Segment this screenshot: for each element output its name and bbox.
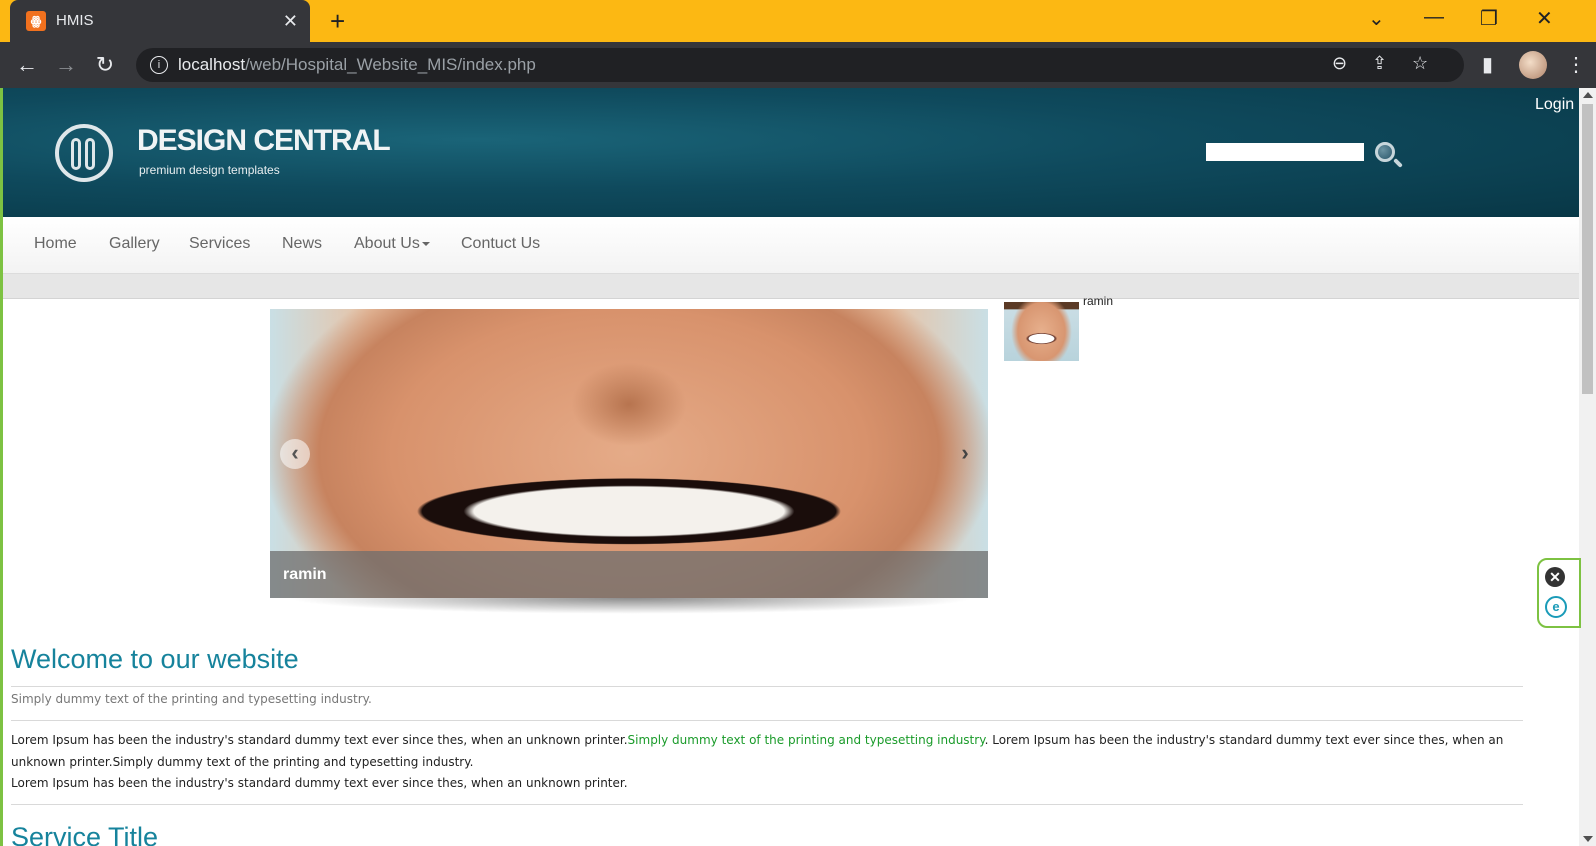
scroll-up-arrow-icon[interactable] — [1583, 92, 1593, 98]
browser-window: ꙮ HMIS ✕ + ⌄ — ❐ ✕ ← → ↻ i localhost/web… — [0, 0, 1596, 846]
nav-contact-us[interactable]: Contuct Us — [461, 235, 540, 253]
nav-gallery[interactable]: Gallery — [109, 235, 160, 253]
nav-services[interactable]: Services — [189, 235, 250, 253]
tab-title: HMIS — [56, 12, 94, 29]
url-host: localhost — [178, 55, 246, 74]
address-bar[interactable]: i localhost/web/Hospital_Website_MIS/ind… — [136, 48, 1464, 82]
slider-next-icon[interactable]: › — [950, 439, 980, 469]
browser-tab[interactable]: ꙮ HMIS ✕ — [10, 0, 310, 42]
back-arrow-icon[interactable]: ← — [13, 51, 41, 79]
restore-icon[interactable]: ❐ — [1480, 6, 1498, 31]
divider — [11, 720, 1523, 721]
url-text[interactable]: localhost/web/Hospital_Website_MIS/index… — [178, 55, 536, 75]
welcome-heading: Welcome to our website — [11, 644, 299, 674]
browser-toolbar: ← → ↻ i localhost/web/Hospital_Website_M… — [0, 42, 1596, 88]
search-input[interactable] — [1206, 143, 1364, 161]
caret-down-icon — [421, 241, 430, 246]
login-link[interactable]: Login — [1535, 96, 1574, 114]
slider-caption-bar: ramin — [270, 551, 988, 598]
minimize-icon[interactable]: — — [1424, 6, 1444, 29]
share-icon[interactable]: ⇪ — [1372, 53, 1387, 74]
service-heading: Service Title — [11, 822, 159, 846]
scroll-thumb[interactable] — [1582, 104, 1593, 394]
nav-about-us[interactable]: About Us — [354, 235, 430, 253]
nav-news[interactable]: News — [282, 235, 322, 253]
close-icon[interactable]: ✕ — [1545, 567, 1565, 587]
site-header: DESIGN CENTRAL premium design templates … — [3, 88, 1579, 217]
nav-home[interactable]: Home — [34, 235, 77, 253]
menu-kebab-icon[interactable]: ⋮ — [1566, 52, 1586, 77]
divider — [11, 804, 1523, 805]
tab-search-chevron-icon[interactable]: ⌄ — [1368, 6, 1385, 31]
extension-side-widget: ✕ e — [1537, 558, 1581, 628]
xampp-favicon-icon: ꙮ — [26, 11, 46, 31]
body-paragraph: Lorem Ipsum has been the industry's stan… — [11, 730, 1511, 795]
page-viewport: DESIGN CENTRAL premium design templates … — [3, 88, 1579, 846]
paragraph-text: Lorem Ipsum has been the industry's stan… — [11, 776, 628, 790]
zoom-icon[interactable]: ⊖ — [1332, 53, 1347, 74]
nav-divider-strip — [3, 274, 1579, 299]
inline-link[interactable]: Simply dummy text of the printing and ty… — [628, 733, 985, 747]
divider — [11, 686, 1523, 687]
url-path: /web/Hospital_Website_MIS/index.php — [245, 55, 536, 74]
nav-about-us-label: About Us — [354, 235, 420, 252]
lead-text: Simply dummy text of the printing and ty… — [11, 692, 372, 706]
search-icon[interactable] — [1375, 142, 1395, 162]
paragraph-text: Lorem Ipsum has been the industry's stan… — [11, 733, 628, 747]
bookmark-star-icon[interactable]: ☆ — [1412, 53, 1428, 74]
tab-close-icon[interactable]: ✕ — [283, 10, 298, 32]
thumbnail-label[interactable]: ramin — [1083, 294, 1113, 308]
slider-shadow — [286, 598, 976, 614]
scroll-down-arrow-icon[interactable] — [1583, 836, 1593, 842]
site-info-icon[interactable]: i — [150, 56, 168, 74]
logo-icon[interactable] — [55, 124, 113, 182]
tab-strip: ꙮ HMIS ✕ + ⌄ — ❐ ✕ — [0, 0, 1596, 42]
slider-thumbnail[interactable] — [1004, 302, 1079, 361]
side-panel-icon[interactable]: ▮ — [1482, 52, 1493, 77]
main-nav: Home Gallery Services News About Us Cont… — [3, 217, 1579, 274]
new-tab-icon[interactable]: + — [330, 8, 345, 34]
logo-subtitle: premium design templates — [139, 163, 280, 177]
page-scrollbar[interactable] — [1579, 88, 1596, 846]
slider-prev-icon[interactable]: ‹ — [280, 439, 310, 469]
slider-caption: ramin — [283, 566, 327, 583]
extension-e-icon[interactable]: e — [1545, 596, 1567, 618]
logo-title[interactable]: DESIGN CENTRAL — [137, 124, 391, 158]
image-slider[interactable]: ‹ › ramin — [270, 309, 988, 598]
profile-avatar[interactable] — [1519, 51, 1547, 79]
forward-arrow-icon[interactable]: → — [52, 51, 80, 79]
close-window-icon[interactable]: ✕ — [1536, 6, 1553, 31]
reload-icon[interactable]: ↻ — [91, 51, 119, 79]
